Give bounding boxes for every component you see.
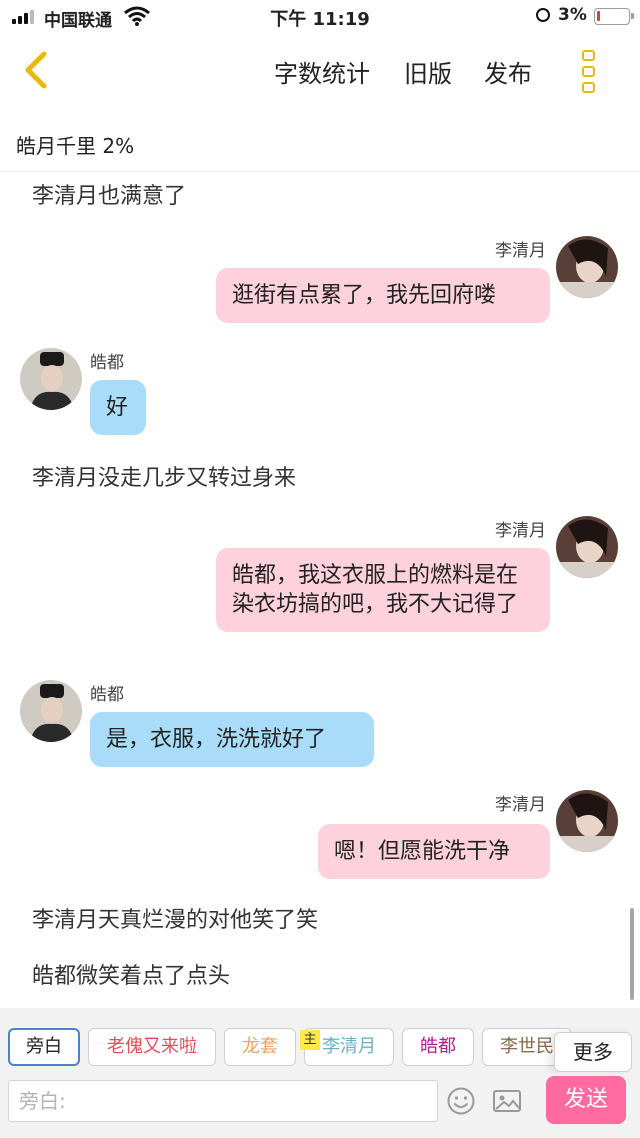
avatar[interactable] (556, 516, 618, 578)
menu-icon[interactable] (576, 46, 602, 94)
avatar[interactable] (20, 348, 82, 410)
role-tab[interactable]: 老傀又来啦 (88, 1028, 216, 1066)
message-input[interactable] (8, 1080, 438, 1122)
role-tab[interactable]: 皓都 (402, 1028, 474, 1066)
nav-bar: 字数统计 旧版 发布 (0, 34, 640, 104)
chat-log[interactable]: 李清月也满意了 李清月 逛街有点累了，我先回府喽 皓都 好 李清月没走几步又转过… (0, 172, 640, 1008)
avatar[interactable] (20, 680, 82, 742)
chevron-left-icon[interactable] (18, 48, 58, 92)
narration-line: 李清月也满意了 (32, 184, 187, 209)
role-tab-narrator[interactable]: 旁白 (8, 1028, 80, 1066)
smiley-icon[interactable] (446, 1086, 476, 1116)
message-bubble[interactable]: 嗯！但愿能洗干净 (318, 824, 550, 879)
role-tabs: 旁白 老傀又来啦 龙套 李清月 皓都 李世民 (0, 1028, 640, 1070)
story-title: 皓月千里 2% (16, 134, 135, 158)
message-bubble[interactable]: 好 (90, 380, 146, 435)
battery-percent: 3% (558, 5, 587, 25)
story-header: 皓月千里 2% (0, 104, 640, 172)
chat-scrollbar[interactable] (630, 908, 634, 1000)
speaker-name: 李清月 (495, 241, 546, 261)
owner-badge: 主 (300, 1030, 320, 1050)
narration-line: 李清月没走几步又转过身来 (32, 466, 297, 491)
speaker-name: 皓都 (90, 685, 124, 705)
status-bar: 中国联通 下午 11:19 3% (0, 0, 640, 34)
speaker-name: 李清月 (495, 795, 546, 815)
alarm-icon (536, 8, 550, 22)
image-icon[interactable] (492, 1086, 522, 1116)
send-button[interactable]: 发送 (546, 1076, 626, 1124)
avatar[interactable] (556, 236, 618, 298)
word-count-button[interactable]: 字数统计 (274, 54, 370, 89)
composer-panel: 旁白 老傀又来啦 龙套 李清月 皓都 李世民 主 更多 发送 (0, 1008, 640, 1138)
message-bubble[interactable]: 逛街有点累了，我先回府喽 (216, 268, 550, 323)
speaker-name: 李清月 (495, 521, 546, 541)
publish-button[interactable]: 发布 (484, 54, 532, 89)
narration-line: 李清月天真烂漫的对他笑了笑 (32, 908, 319, 933)
more-roles-button[interactable]: 更多 (554, 1032, 632, 1072)
role-tab[interactable]: 龙套 (224, 1028, 296, 1066)
avatar[interactable] (556, 790, 618, 852)
speaker-name: 皓都 (90, 353, 124, 373)
message-bubble[interactable]: 皓都，我这衣服上的燃料是在染衣坊搞的吧，我不大记得了 (216, 548, 550, 632)
narration-line: 皓都微笑着点了点头 (32, 964, 231, 989)
battery-icon (594, 8, 634, 25)
old-version-button[interactable]: 旧版 (404, 54, 452, 89)
message-bubble[interactable]: 是，衣服，洗洗就好了 (90, 712, 374, 767)
